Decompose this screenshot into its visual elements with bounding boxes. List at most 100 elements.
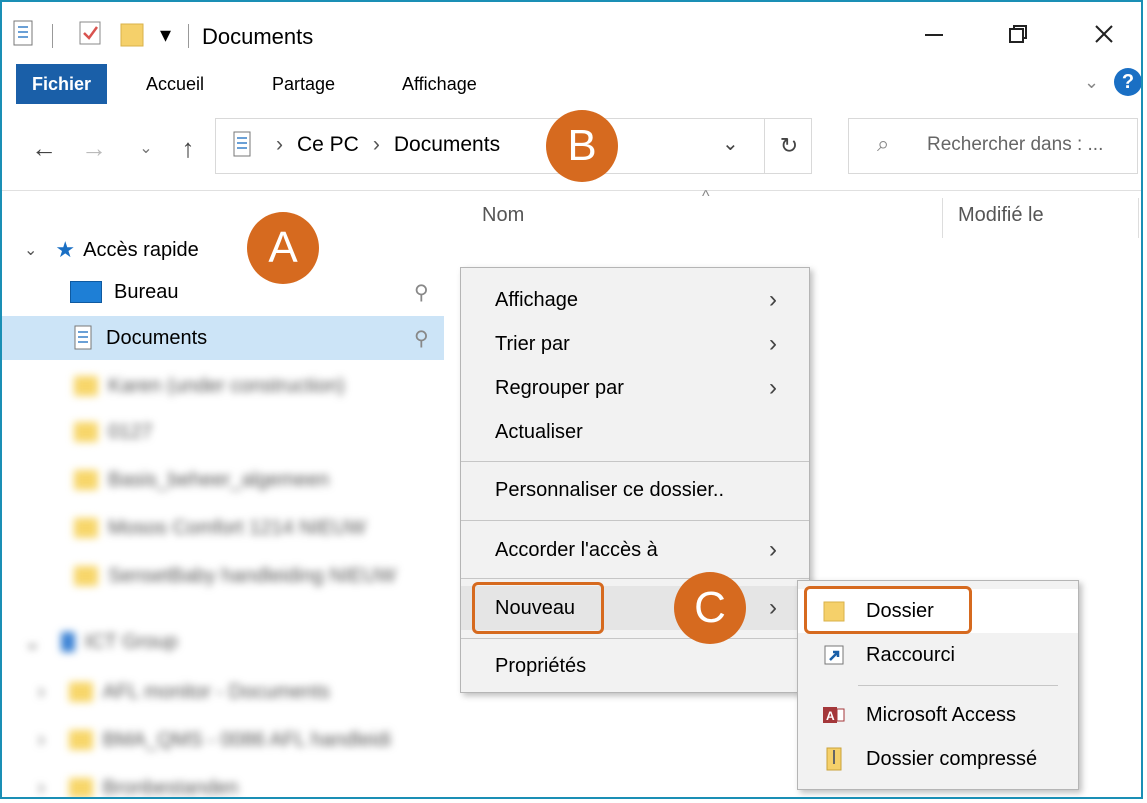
folder-icon bbox=[74, 422, 98, 442]
help-icon[interactable]: ? bbox=[1114, 68, 1141, 96]
nav-item-label: ICT Group bbox=[84, 630, 178, 653]
menu-item-actualiser[interactable]: Actualiser bbox=[461, 410, 809, 454]
properties-icon[interactable] bbox=[12, 20, 36, 48]
customize-toolbar-dropdown[interactable]: ▾ bbox=[160, 22, 171, 48]
quick-access-toolbar bbox=[12, 20, 36, 48]
folder-icon bbox=[74, 376, 98, 396]
submenu-item-zip[interactable]: Dossier compressé bbox=[798, 737, 1078, 781]
star-icon: ★ bbox=[55, 237, 76, 262]
search-box[interactable]: ⌕ Rechercher dans : ... bbox=[848, 118, 1138, 174]
address-history-dropdown[interactable]: ⌄ bbox=[722, 131, 739, 156]
documents-icon bbox=[74, 325, 92, 350]
recent-locations-button[interactable]: ⌄ bbox=[134, 128, 158, 168]
submenu-item-raccourci[interactable]: Raccourci bbox=[798, 633, 1078, 677]
submenu-item-access[interactable]: A Microsoft Access bbox=[798, 693, 1078, 737]
folder-icon bbox=[68, 778, 93, 797]
menu-separator bbox=[461, 461, 809, 462]
close-button[interactable] bbox=[1074, 14, 1134, 54]
tab-partage[interactable]: Partage bbox=[258, 64, 349, 104]
nav-item-label: SensetBaby handleiding NIEUW bbox=[108, 564, 396, 587]
menu-item-label: Regrouper par bbox=[495, 376, 624, 399]
nav-quick-access[interactable]: ⌄ ★ Accès rapide bbox=[2, 228, 444, 272]
check-document-icon[interactable] bbox=[78, 20, 104, 48]
ribbon-tabs: Fichier Accueil Partage Affichage ⌄ ? bbox=[2, 64, 1141, 108]
window-title: Documents bbox=[202, 24, 314, 49]
menu-separator bbox=[461, 638, 809, 639]
search-placeholder: Rechercher dans : ... bbox=[927, 134, 1104, 155]
sort-up-icon: ^ bbox=[702, 188, 710, 205]
breadcrumb-ce-pc[interactable]: Ce PC bbox=[297, 133, 359, 157]
chevron-right-icon: › bbox=[769, 536, 777, 563]
folder-icon bbox=[74, 566, 98, 586]
nav-item-blurred[interactable]: Karen (under construction) bbox=[2, 364, 444, 408]
submenu-item-label: Raccourci bbox=[866, 643, 955, 666]
menu-item-trier-par[interactable]: Trier par › bbox=[461, 322, 809, 366]
menu-item-regrouper-par[interactable]: Regrouper par › bbox=[461, 366, 809, 410]
expand-ribbon-icon[interactable]: ⌄ bbox=[1084, 72, 1099, 93]
nav-item-blurred[interactable]: › BMA_QMS - 0086 AFL handleidi bbox=[2, 718, 444, 762]
nav-item-label: Basis_beheer_algemeen bbox=[108, 468, 330, 491]
menu-item-affichage[interactable]: Affichage › bbox=[461, 278, 809, 322]
pin-icon[interactable]: ⚲ bbox=[414, 280, 429, 305]
nav-item-label: Mosos Comfort 1214 NIEUW bbox=[108, 516, 366, 539]
nav-item-blurred[interactable]: ⌄ ICT Group bbox=[2, 620, 444, 664]
folder-icon bbox=[74, 518, 98, 538]
menu-item-label: Affichage bbox=[495, 288, 579, 311]
nav-item-blurred[interactable]: Basis_beheer_algemeen bbox=[2, 458, 444, 502]
back-button[interactable]: ← bbox=[24, 128, 64, 168]
restore-icon bbox=[1009, 25, 1027, 43]
column-header-name[interactable]: Nom bbox=[482, 204, 524, 227]
documents-icon bbox=[233, 131, 251, 157]
forward-button[interactable]: → bbox=[76, 128, 112, 168]
tab-accueil[interactable]: Accueil bbox=[132, 64, 218, 104]
minimize-button[interactable] bbox=[904, 14, 964, 54]
menu-item-label: Propriétés bbox=[495, 654, 587, 677]
nav-item-blurred[interactable]: SensetBaby handleiding NIEUW bbox=[2, 554, 444, 598]
new-folder-icon[interactable] bbox=[120, 20, 146, 48]
chevron-right-icon: › bbox=[769, 594, 777, 621]
breadcrumb-documents[interactable]: Documents bbox=[394, 133, 500, 157]
restore-button[interactable] bbox=[988, 14, 1048, 54]
pin-icon[interactable]: ⚲ bbox=[414, 326, 429, 351]
nav-item-label: Karen (under construction) bbox=[108, 374, 345, 397]
chevron-right-icon: › bbox=[769, 374, 777, 401]
close-icon bbox=[1095, 25, 1113, 43]
nav-item-label: Bronbestanden bbox=[102, 776, 239, 799]
nav-item-blurred[interactable]: › Bronbestanden bbox=[2, 766, 444, 799]
tab-affichage[interactable]: Affichage bbox=[388, 64, 491, 104]
nav-quick-access-label: Accès rapide bbox=[83, 238, 199, 261]
menu-item-personnaliser[interactable]: Personnaliser ce dossier.. bbox=[461, 468, 809, 512]
navigation-pane: ⌄ ★ Accès rapide Bureau ⚲ Documents ⚲ Ka… bbox=[2, 192, 444, 799]
column-header-modified[interactable]: Modifié le bbox=[958, 204, 1044, 227]
menu-separator bbox=[461, 578, 809, 579]
menu-separator bbox=[461, 520, 809, 521]
submenu-item-label: Dossier compressé bbox=[866, 747, 1038, 770]
menu-item-label: Actualiser bbox=[495, 420, 583, 443]
nav-item-documents[interactable]: Documents ⚲ bbox=[2, 316, 444, 360]
menu-item-label: Trier par bbox=[495, 332, 570, 355]
menu-item-accorder-acces[interactable]: Accorder l'accès à › bbox=[461, 528, 809, 572]
svg-text:A: A bbox=[826, 709, 835, 723]
annotation-badge-b: B bbox=[546, 110, 618, 182]
nav-item-bureau[interactable]: Bureau ⚲ bbox=[2, 270, 444, 314]
tab-fichier[interactable]: Fichier bbox=[16, 64, 108, 104]
folder-icon bbox=[68, 682, 93, 702]
nav-item-blurred[interactable]: Mosos Comfort 1214 NIEUW bbox=[2, 506, 444, 550]
nav-item-label: BMA_QMS - 0086 AFL handleidi bbox=[102, 728, 391, 751]
highlight-nouveau bbox=[472, 582, 604, 634]
nav-item-label: AFL monitor - Documents bbox=[102, 680, 330, 703]
up-button[interactable]: ↑ bbox=[170, 128, 206, 168]
chevron-down-icon[interactable]: ⌄ bbox=[24, 240, 37, 260]
folder-icon bbox=[68, 730, 93, 750]
address-bar[interactable]: › Ce PC › Documents ⌄ ↻ bbox=[215, 118, 812, 174]
refresh-button[interactable]: ↻ bbox=[764, 119, 813, 173]
nav-item-blurred[interactable]: › AFL monitor - Documents bbox=[2, 670, 444, 714]
nav-item-blurred[interactable]: 0127 bbox=[2, 410, 444, 454]
title-bar: ▾ Documents bbox=[2, 2, 1141, 64]
highlight-dossier bbox=[804, 586, 972, 634]
arrow-right-icon: → bbox=[81, 132, 107, 163]
nav-item-label: Bureau bbox=[114, 280, 179, 303]
menu-item-proprietes[interactable]: Propriétés bbox=[461, 644, 809, 688]
shortcut-icon bbox=[824, 645, 844, 665]
menu-separator bbox=[858, 685, 1058, 686]
